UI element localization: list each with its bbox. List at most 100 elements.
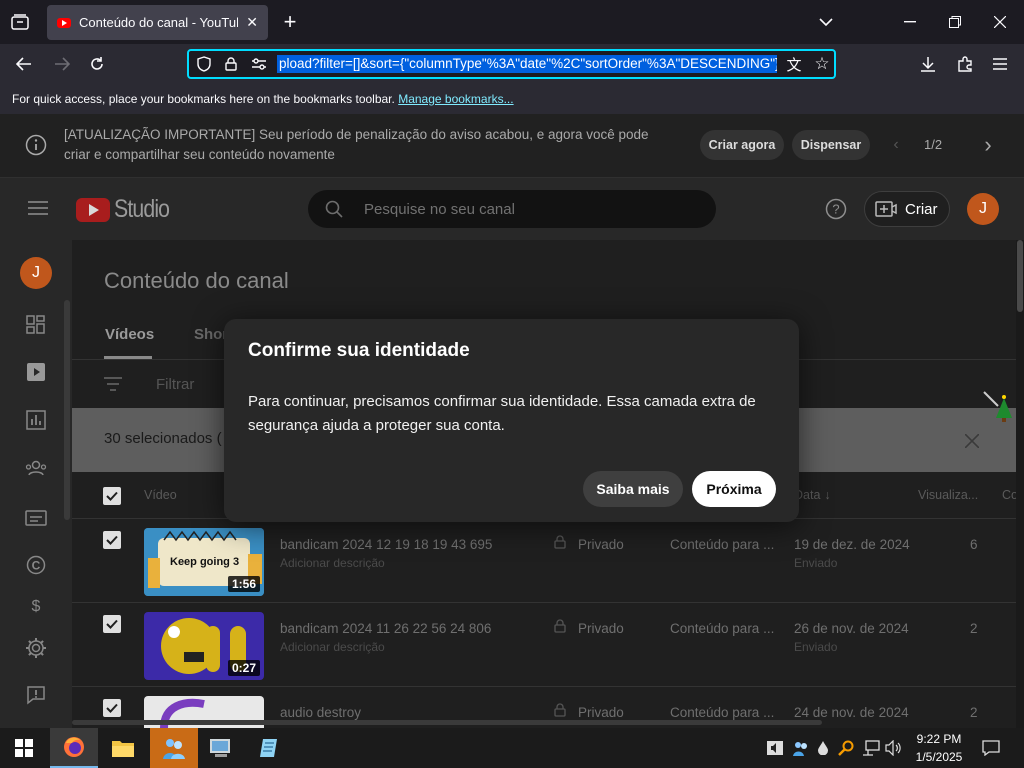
notifications-icon[interactable] (980, 738, 1002, 758)
video-title[interactable]: bandicam 2024 12 19 18 19 43 695 (280, 537, 492, 552)
banner-pager: 1/2 (924, 137, 943, 152)
start-button[interactable] (0, 728, 48, 768)
column-views[interactable]: Visualiza... (918, 488, 978, 502)
create-now-button[interactable]: Criar agora (700, 130, 784, 160)
close-selection-icon[interactable] (962, 431, 982, 451)
duration-badge: 1:56 (227, 576, 260, 592)
droplet-tray-icon[interactable] (814, 738, 832, 758)
taskbar-clock[interactable]: 9:22 PM 1/5/2025 (902, 730, 976, 766)
search-tray-icon[interactable] (836, 738, 856, 758)
close-window-icon[interactable] (990, 12, 1010, 32)
visibility-value[interactable]: Privado (578, 537, 624, 552)
volume-tray-icon[interactable] (884, 738, 904, 758)
bookmark-star-icon[interactable]: ☆ (811, 54, 833, 74)
channel-avatar[interactable]: J (20, 257, 52, 289)
search-placeholder: Pesquise no seu canal (364, 200, 515, 218)
analytics-icon[interactable] (22, 406, 50, 434)
dismiss-button[interactable]: Dispensar (792, 130, 870, 160)
manage-bookmarks-link[interactable]: Manage bookmarks... (398, 92, 513, 106)
dashboard-icon[interactable] (22, 311, 50, 339)
back-arrow-icon[interactable] (12, 54, 36, 74)
url-text[interactable]: pload?filter=[]&sort={"columnType"%3A"da… (277, 55, 777, 73)
taskbar-app-3[interactable] (246, 728, 294, 768)
account-avatar[interactable]: J (967, 193, 999, 225)
column-date[interactable]: Data ↓ (794, 488, 831, 502)
video-thumbnail[interactable]: Keep going 3 1:56 (144, 528, 264, 596)
app-people-icon (163, 739, 185, 759)
column-video[interactable]: Vídeo (144, 488, 177, 502)
guide-menu-icon[interactable] (26, 198, 50, 218)
reload-icon[interactable] (86, 54, 108, 74)
clock-time: 9:22 PM (916, 732, 962, 746)
address-bar[interactable]: pload?filter=[]&sort={"columnType"%3A"da… (187, 49, 836, 79)
visibility-value[interactable]: Privado (578, 705, 624, 720)
tab-title: Conteúdo do canal - YouTube S (79, 15, 238, 30)
earn-icon[interactable]: $ (22, 597, 50, 617)
sidebar-scrollbar[interactable] (64, 300, 70, 520)
video-title[interactable]: audio destroy (280, 705, 361, 720)
content-icon[interactable] (22, 358, 50, 386)
extensions-puzzle-icon[interactable] (954, 54, 976, 74)
christmas-tree-cursor-icon (982, 390, 1016, 424)
page-scrollbar-thumb[interactable] (1017, 240, 1023, 312)
feedback-icon[interactable] (22, 681, 50, 709)
network-tray-icon[interactable] (860, 738, 882, 758)
lock-icon (552, 618, 568, 634)
settings-gear-icon[interactable] (22, 634, 50, 662)
speaker-tray-icon[interactable] (764, 738, 786, 758)
close-tab-icon[interactable]: ✕ (246, 14, 258, 31)
community-icon[interactable] (22, 454, 50, 482)
row-checkbox[interactable] (103, 615, 121, 633)
svg-text:C: C (32, 559, 41, 573)
filter-input[interactable]: Filtrar (156, 376, 194, 393)
video-description[interactable]: Adicionar descrição (280, 640, 385, 654)
copyright-icon[interactable]: C (22, 551, 50, 579)
taskbar-firefox[interactable] (50, 728, 98, 768)
row-checkbox[interactable] (103, 531, 121, 549)
permissions-icon[interactable] (249, 55, 269, 73)
translate-icon[interactable]: 文 (783, 54, 805, 74)
people-tray-icon[interactable] (790, 738, 812, 758)
views-value: 2 (970, 705, 978, 720)
banner-next-chevron-icon[interactable]: › (978, 132, 998, 157)
date-value: 26 de nov. de 2024 (794, 621, 909, 636)
studio-logo[interactable]: Studio (76, 195, 179, 224)
taskbar-app-2[interactable] (198, 728, 246, 768)
channel-search-input[interactable]: Pesquise no seu canal (308, 190, 716, 228)
taskbar-app[interactable] (150, 728, 198, 768)
tracking-protection-shield-icon[interactable] (195, 55, 213, 73)
list-all-tabs-icon[interactable] (8, 11, 32, 33)
create-button[interactable]: Criar (864, 191, 950, 227)
new-tab-icon[interactable]: + (279, 9, 301, 34)
views-value: 6 (970, 537, 978, 552)
taskbar-file-explorer[interactable] (99, 728, 147, 768)
downloads-icon[interactable] (917, 54, 939, 74)
notepad-icon (260, 739, 277, 757)
help-icon[interactable]: ? (824, 197, 848, 221)
row-checkbox[interactable] (103, 699, 121, 717)
tab-videos[interactable]: Vídeos (105, 326, 154, 343)
duration-badge: 0:27 (227, 660, 260, 676)
youtube-favicon-icon (57, 17, 71, 28)
video-thumbnail[interactable]: 0:27 (144, 612, 264, 680)
search-icon (324, 199, 344, 219)
visibility-value[interactable]: Privado (578, 621, 624, 636)
chevron-down-icon[interactable] (815, 12, 837, 32)
filter-icon[interactable] (103, 376, 123, 392)
horizontal-scrollbar[interactable] (72, 720, 822, 725)
date-value: 24 de nov. de 2024 (794, 705, 909, 720)
page-scrollbar-track[interactable] (1016, 240, 1024, 728)
active-tab[interactable]: Conteúdo do canal - YouTube S ✕ (47, 5, 268, 40)
minimize-window-icon[interactable] (900, 12, 920, 32)
learn-more-button[interactable]: Saiba mais (583, 471, 683, 507)
lock-icon[interactable] (222, 55, 240, 73)
hamburger-menu-icon[interactable] (990, 54, 1010, 74)
video-title[interactable]: bandicam 2024 11 26 22 56 24 806 (280, 621, 491, 636)
restore-window-icon[interactable] (945, 12, 965, 32)
banner-prev-chevron-icon[interactable]: ‹ (886, 136, 906, 154)
subtitles-icon[interactable] (22, 504, 50, 532)
select-all-checkbox[interactable] (103, 487, 121, 505)
next-button[interactable]: Próxima (692, 471, 776, 507)
video-description[interactable]: Adicionar descrição (280, 556, 385, 570)
forward-arrow-icon[interactable] (50, 54, 74, 74)
